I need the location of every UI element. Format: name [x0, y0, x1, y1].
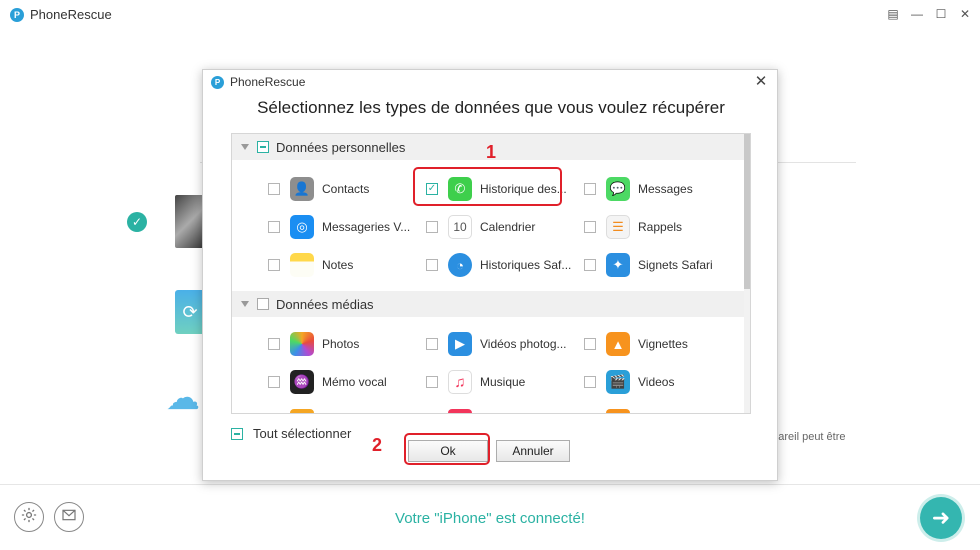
item-label: Rappels	[638, 220, 683, 234]
scrollbar-thumb[interactable]	[744, 134, 750, 289]
calendar-icon: 10	[448, 215, 472, 239]
section-checkbox[interactable]	[257, 298, 269, 310]
safari-history-icon: ◔	[448, 253, 472, 277]
item-label: Photos	[322, 337, 360, 351]
item-checkbox[interactable]	[426, 259, 438, 271]
select-all-label: Tout sélectionner	[253, 426, 352, 441]
photos-icon	[290, 332, 314, 356]
item-checkbox[interactable]	[584, 221, 596, 233]
videos-icon: 🎬	[606, 370, 630, 394]
select-all-checkbox[interactable]	[231, 427, 243, 440]
notes-icon	[290, 253, 314, 277]
item-contacts[interactable]: 👤 Contacts	[268, 176, 369, 202]
annotation-number-1: 1	[486, 142, 497, 162]
item-label: Notes	[322, 258, 354, 272]
messages-icon: 💬	[606, 177, 630, 201]
item-checkbox[interactable]	[426, 221, 438, 233]
item-label: Signets Safari	[638, 258, 713, 272]
safari-bookmarks-icon: ✦	[606, 253, 630, 277]
partial-row-icon	[606, 409, 630, 413]
photo-videos-icon: ▶	[448, 332, 472, 356]
item-checkbox[interactable]	[268, 221, 280, 233]
partial-row-icon	[290, 409, 314, 413]
annotation-highlight-call-history	[413, 167, 562, 206]
item-checkbox[interactable]	[584, 183, 596, 195]
partial-row-icon	[448, 409, 472, 413]
item-checkbox[interactable]	[426, 338, 438, 350]
annotation-highlight-ok	[404, 433, 490, 465]
item-safari-bookmarks[interactable]: ✦ Signets Safari	[584, 252, 713, 278]
data-type-dialog: P PhoneRescue ✕ Sélectionnez les types d…	[202, 69, 778, 481]
item-music[interactable]: ♫ Musique	[426, 369, 525, 395]
voice-memo-icon: ♒	[290, 370, 314, 394]
annotation-number-2: 2	[372, 435, 383, 455]
contacts-icon: 👤	[290, 177, 314, 201]
item-checkbox[interactable]	[268, 338, 280, 350]
item-notes[interactable]: Notes	[268, 252, 353, 278]
item-label: Messageries V...	[322, 220, 411, 234]
item-label: Mémo vocal	[322, 375, 387, 389]
voicemail-icon: ◎	[290, 215, 314, 239]
list-scrollbar[interactable]	[744, 134, 750, 413]
item-calendar[interactable]: 10 Calendrier	[426, 214, 535, 240]
item-label: Contacts	[322, 182, 370, 196]
item-checkbox[interactable]	[584, 259, 596, 271]
item-reminders[interactable]: ☰ Rappels	[584, 214, 682, 240]
item-label: Videos	[638, 375, 675, 389]
item-checkbox[interactable]	[268, 376, 280, 388]
item-label: Messages	[638, 182, 693, 196]
item-messages[interactable]: 💬 Messages	[584, 176, 693, 202]
collapse-triangle-icon[interactable]	[241, 144, 249, 150]
dialog-heading: Sélectionnez les types de données que vo…	[257, 98, 725, 117]
item-label: Calendrier	[480, 220, 536, 234]
dialog-logo-icon: P	[211, 76, 224, 89]
section-label: Données médias	[276, 296, 374, 312]
item-label: Historiques Saf...	[480, 258, 572, 272]
item-voicemail[interactable]: ◎ Messageries V...	[268, 214, 410, 240]
item-label: Musique	[480, 375, 526, 389]
item-checkbox[interactable]	[584, 376, 596, 388]
dialog-app-title: PhoneRescue	[230, 75, 306, 89]
item-photo-videos[interactable]: ▶ Vidéos photog...	[426, 331, 567, 357]
item-checkbox[interactable]	[426, 376, 438, 388]
thumbnails-icon: ▲	[606, 332, 630, 356]
cancel-button[interactable]: Annuler	[496, 440, 570, 462]
section-checkbox[interactable]	[257, 141, 269, 153]
item-thumbnails[interactable]: ▲ Vignettes	[584, 331, 688, 357]
item-photos[interactable]: Photos	[268, 331, 359, 357]
item-label: Vidéos photog...	[480, 337, 567, 351]
item-checkbox[interactable]	[268, 259, 280, 271]
collapse-triangle-icon[interactable]	[241, 301, 249, 307]
item-checkbox[interactable]	[584, 338, 596, 350]
select-all-toggle[interactable]: Tout sélectionner	[231, 426, 351, 441]
item-label: Vignettes	[638, 337, 688, 351]
section-label: Données personnelles	[276, 139, 406, 155]
item-voice-memo[interactable]: ♒ Mémo vocal	[268, 369, 387, 395]
item-videos[interactable]: 🎬 Videos	[584, 369, 674, 395]
section-media-data[interactable]: Données médias	[232, 291, 746, 317]
dialog-close-icon[interactable]: ✕	[753, 74, 769, 90]
music-icon: ♫	[448, 370, 472, 394]
item-safari-history[interactable]: ◔ Historiques Saf...	[426, 252, 571, 278]
reminders-icon: ☰	[606, 215, 630, 239]
item-checkbox[interactable]	[268, 183, 280, 195]
